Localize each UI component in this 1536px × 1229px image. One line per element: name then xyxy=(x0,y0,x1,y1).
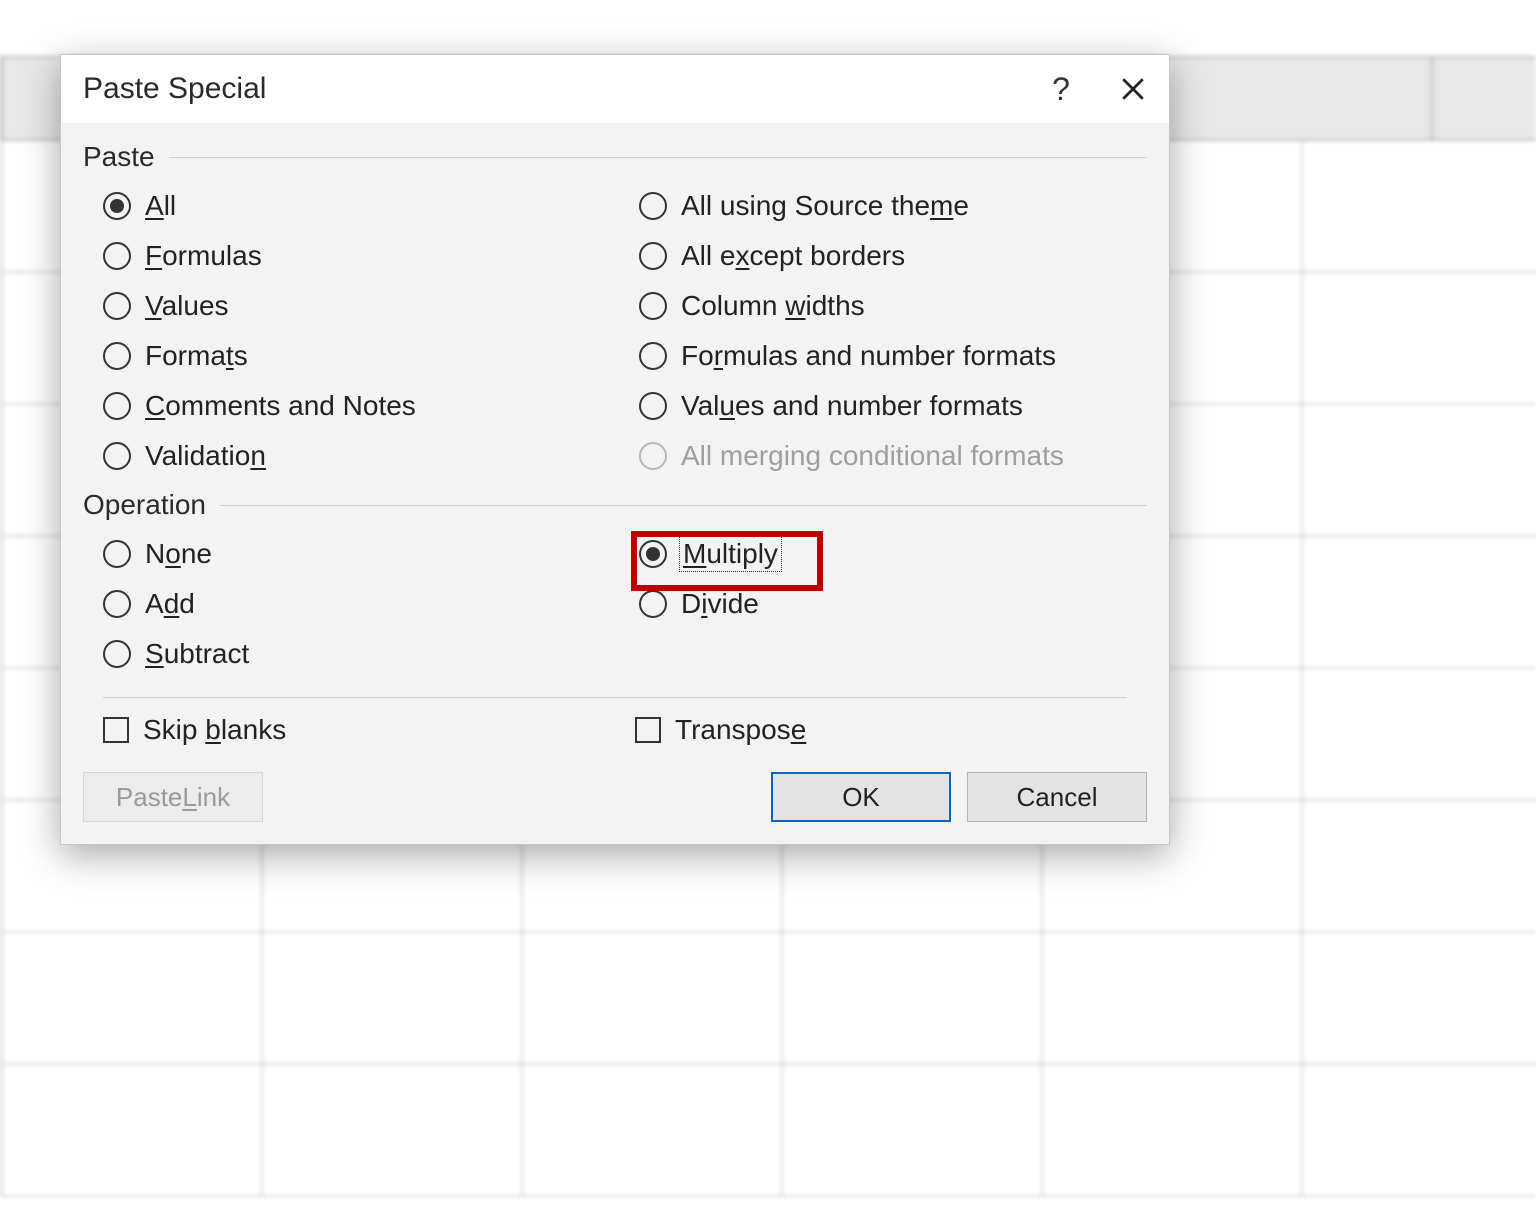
paste-option-values-num[interactable]: Values and number formats xyxy=(619,381,1147,431)
paste-option-label-source-theme: All using Source theme xyxy=(681,190,969,222)
section-paste-label: Paste xyxy=(83,141,1147,173)
paste-options: All Formulas Values Formats Comments and Not… xyxy=(83,181,1147,481)
radio-icon xyxy=(639,342,667,370)
dialog-titlebar: Paste Special ? xyxy=(61,55,1169,123)
radio-icon xyxy=(639,590,667,618)
paste-option-merge-cond: All merging conditional formats xyxy=(619,431,1147,481)
paste-option-comments[interactable]: Comments and Notes xyxy=(83,381,611,431)
column-header-L: L xyxy=(1433,58,1536,139)
operation-option-label-add: Add xyxy=(145,588,195,620)
skip-blanks-label: Skip blanks xyxy=(143,714,286,746)
paste-option-label-validation: Validation xyxy=(145,440,266,472)
operation-options: None Add Subtract Multiply Divide xyxy=(83,529,1147,679)
section-operation-label: Operation xyxy=(83,489,1147,521)
operation-option-add[interactable]: Add xyxy=(83,579,611,629)
close-button[interactable] xyxy=(1097,55,1169,123)
paste-option-values[interactable]: Values xyxy=(83,281,611,331)
operation-option-subtract[interactable]: Subtract xyxy=(83,629,611,679)
paste-option-label-all: All xyxy=(145,190,176,222)
paste-option-label-except-borders: All except borders xyxy=(681,240,905,272)
operation-option-label-none: None xyxy=(145,538,212,570)
radio-icon xyxy=(639,392,667,420)
operation-option-label-multiply: Multiply xyxy=(681,538,780,570)
radio-icon xyxy=(103,192,131,220)
radio-icon xyxy=(103,540,131,568)
paste-option-label-formulas: Formulas xyxy=(145,240,262,272)
paste-option-label-formulas-num: Formulas and number formats xyxy=(681,340,1056,372)
radio-icon xyxy=(639,292,667,320)
transpose-label: Transpose xyxy=(675,714,806,746)
paste-option-label-merge-cond: All merging conditional formats xyxy=(681,440,1064,472)
paste-option-validation[interactable]: Validation xyxy=(83,431,611,481)
checkbox-icon xyxy=(103,717,129,743)
paste-option-source-theme[interactable]: All using Source theme xyxy=(619,181,1147,231)
transpose-checkbox[interactable]: Transpose xyxy=(615,714,1147,746)
radio-icon xyxy=(103,590,131,618)
operation-option-label-subtract: Subtract xyxy=(145,638,249,670)
radio-icon xyxy=(639,192,667,220)
checkbox-icon xyxy=(635,717,661,743)
operation-option-none[interactable]: None xyxy=(83,529,611,579)
radio-icon xyxy=(639,242,667,270)
radio-icon xyxy=(103,442,131,470)
close-icon xyxy=(1120,76,1146,102)
paste-option-label-col-widths: Column widths xyxy=(681,290,865,322)
paste-option-label-values: Values xyxy=(145,290,229,322)
skip-blanks-checkbox[interactable]: Skip blanks xyxy=(83,714,615,746)
radio-icon xyxy=(103,242,131,270)
dialog-title: Paste Special xyxy=(83,72,1025,106)
divider xyxy=(103,697,1127,698)
help-button[interactable]: ? xyxy=(1025,55,1097,123)
paste-option-formats[interactable]: Formats xyxy=(83,331,611,381)
radio-icon xyxy=(103,392,131,420)
operation-option-multiply[interactable]: Multiply xyxy=(619,529,1147,579)
paste-option-formulas-num[interactable]: Formulas and number formats xyxy=(619,331,1147,381)
paste-option-col-widths[interactable]: Column widths xyxy=(619,281,1147,331)
paste-special-dialog: Paste Special ? Paste All Formulas Values F… xyxy=(60,54,1170,845)
radio-icon xyxy=(639,442,667,470)
paste-link-button: Paste Link xyxy=(83,772,263,822)
operation-option-label-divide: Divide xyxy=(681,588,759,620)
paste-option-all[interactable]: All xyxy=(83,181,611,231)
paste-option-label-formats: Formats xyxy=(145,340,248,372)
radio-icon xyxy=(639,540,667,568)
ok-button[interactable]: OK xyxy=(771,772,951,822)
paste-option-label-values-num: Values and number formats xyxy=(681,390,1023,422)
radio-icon xyxy=(103,640,131,668)
operation-option-divide[interactable]: Divide xyxy=(619,579,1147,629)
paste-option-except-borders[interactable]: All except borders xyxy=(619,231,1147,281)
paste-option-label-comments: Comments and Notes xyxy=(145,390,416,422)
radio-icon xyxy=(103,292,131,320)
paste-option-formulas[interactable]: Formulas xyxy=(83,231,611,281)
radio-icon xyxy=(103,342,131,370)
cancel-button[interactable]: Cancel xyxy=(967,772,1147,822)
